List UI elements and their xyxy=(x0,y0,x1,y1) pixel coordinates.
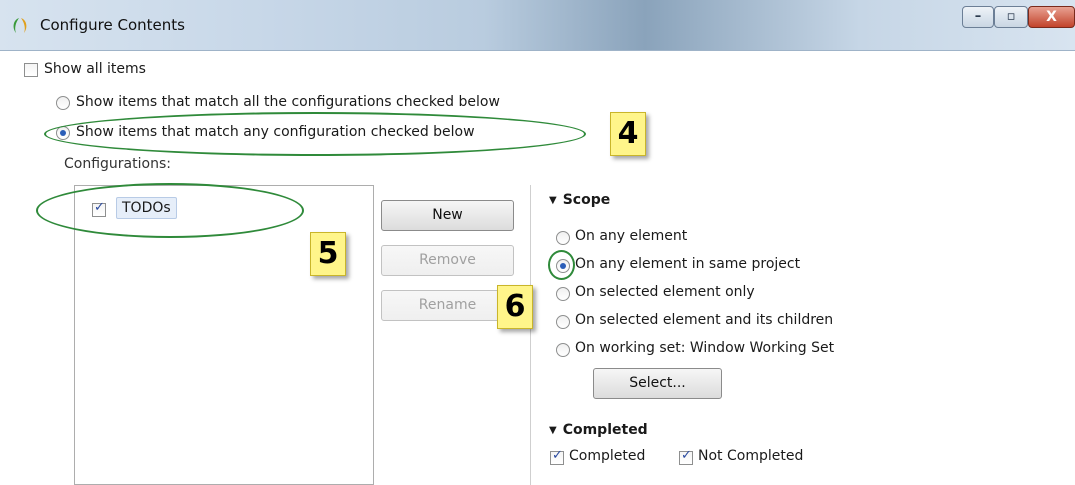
scope-working-set-radio[interactable] xyxy=(556,343,570,357)
callout-6: 6 xyxy=(497,285,533,329)
scope-same-project-label: On any element in same project xyxy=(575,256,801,272)
completed-label: Completed xyxy=(569,448,646,464)
minimize-button[interactable]: – xyxy=(962,6,994,28)
scope-selected-only-radio[interactable] xyxy=(556,287,570,301)
new-button[interactable]: New xyxy=(381,200,514,231)
match-all-label: Show items that match all the configurat… xyxy=(76,94,500,110)
scope-selected-children-label: On selected element and its children xyxy=(575,312,834,328)
not-completed-label: Not Completed xyxy=(698,448,804,464)
scope-selected-children-radio[interactable] xyxy=(556,315,570,329)
annotation-ellipse-todos xyxy=(36,183,304,238)
collapse-triangle-icon: ▼ xyxy=(549,425,557,436)
close-icon: X xyxy=(1046,9,1057,25)
scope-any-element-radio[interactable] xyxy=(556,231,570,245)
remove-button[interactable]: Remove xyxy=(381,245,514,276)
callout-5: 5 xyxy=(310,232,346,276)
select-working-set-button[interactable]: Select... xyxy=(593,368,722,399)
app-logo-icon xyxy=(13,18,27,33)
completed-section-header[interactable]: ▼ Completed xyxy=(549,422,648,438)
show-all-items-checkbox[interactable] xyxy=(24,63,38,77)
maximize-icon: ▫ xyxy=(1006,9,1016,24)
not-completed-checkbox[interactable] xyxy=(679,448,693,465)
minimize-icon: – xyxy=(974,9,982,24)
panel-separator xyxy=(530,185,531,485)
callout-4: 4 xyxy=(610,112,646,156)
annotation-ellipse-match-any xyxy=(44,112,586,156)
scope-working-set-label: On working set: Window Working Set xyxy=(575,340,835,356)
completed-checkbox[interactable] xyxy=(550,448,564,465)
close-button[interactable]: X xyxy=(1028,6,1075,28)
completed-title: Completed xyxy=(562,422,648,438)
window-title: Configure Contents xyxy=(40,16,185,34)
scope-selected-only-label: On selected element only xyxy=(575,284,755,300)
annotation-circle-same-project xyxy=(548,250,575,280)
configurations-label: Configurations: xyxy=(64,156,171,172)
scope-section-header[interactable]: ▼ Scope xyxy=(549,192,610,208)
scope-any-element-label: On any element xyxy=(575,228,688,244)
maximize-button[interactable]: ▫ xyxy=(994,6,1028,28)
rename-button[interactable]: Rename xyxy=(381,290,514,321)
match-all-radio[interactable] xyxy=(56,96,70,110)
show-all-items-label: Show all items xyxy=(44,61,146,77)
collapse-triangle-icon: ▼ xyxy=(549,195,557,206)
scope-title: Scope xyxy=(562,192,611,208)
title-bar: Configure Contents – ▫ X xyxy=(0,0,1075,51)
